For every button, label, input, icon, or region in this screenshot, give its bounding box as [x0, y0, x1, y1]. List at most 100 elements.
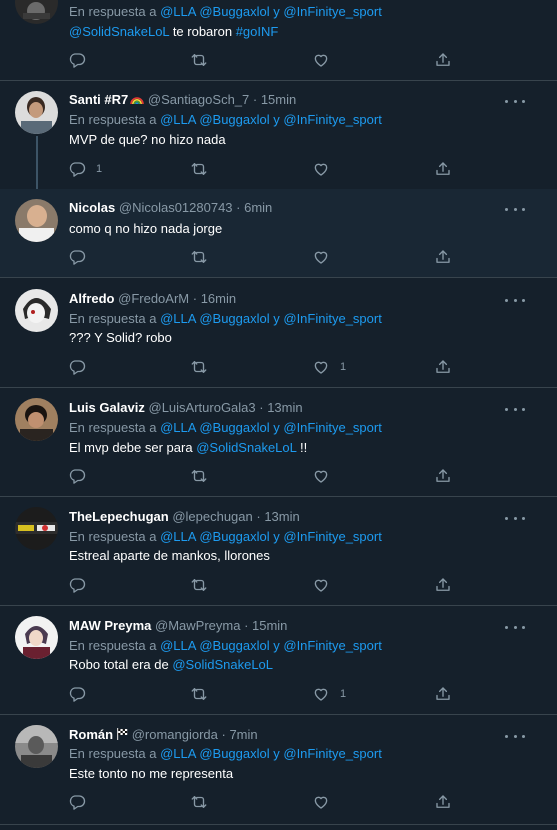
mention-link[interactable]: @InFinitye_sport	[283, 420, 381, 435]
more-options-button[interactable]	[505, 402, 525, 416]
like-button[interactable]	[312, 51, 340, 69]
mention-link[interactable]: @InFinitye_sport	[283, 638, 381, 653]
tweet-time[interactable]: · 7min	[222, 727, 258, 742]
share-button[interactable]	[434, 248, 452, 266]
tweet-item[interactable]: Luis Galaviz @LuisArturoGala3 · 13min En…	[0, 388, 557, 497]
reply-button[interactable]	[68, 685, 96, 703]
mention-link[interactable]: @SolidSnakeLoL	[172, 657, 273, 672]
retweet-button[interactable]	[190, 467, 208, 485]
like-button[interactable]: 1	[312, 358, 346, 376]
mention-link[interactable]: @SolidSnakeLoL	[69, 24, 169, 39]
tweet-time[interactable]: · 15min	[244, 618, 287, 633]
share-button[interactable]	[434, 358, 452, 376]
mention-link[interactable]: @LLA	[160, 112, 196, 127]
user-name[interactable]: Román	[69, 727, 113, 742]
like-button[interactable]: 1	[312, 685, 346, 703]
avatar[interactable]	[15, 616, 58, 659]
share-button[interactable]	[434, 467, 452, 485]
reply-button[interactable]	[68, 358, 96, 376]
mention-link[interactable]: @Buggaxlol	[199, 420, 269, 435]
like-button[interactable]	[312, 160, 340, 178]
tweet-item[interactable]: TheLepechugan @lepechugan · 13min En res…	[0, 497, 557, 606]
more-options-button[interactable]	[505, 202, 525, 216]
retweet-button[interactable]	[190, 685, 208, 703]
user-handle[interactable]: @FredoArM	[118, 291, 189, 306]
mention-link[interactable]: @InFinitye_sport	[283, 529, 381, 544]
avatar[interactable]	[15, 398, 58, 441]
avatar[interactable]	[15, 507, 58, 550]
reply-button[interactable]	[68, 51, 96, 69]
more-options-button[interactable]	[505, 94, 525, 108]
mention-link[interactable]: @LLA	[160, 529, 196, 544]
retweet-button[interactable]	[190, 51, 208, 69]
like-button[interactable]	[312, 793, 340, 811]
reply-button[interactable]: 1	[68, 160, 102, 178]
user-handle[interactable]: @Nicolas01280743	[119, 200, 233, 215]
reply-button[interactable]	[68, 793, 96, 811]
reply-button[interactable]	[68, 248, 96, 266]
user-name[interactable]: Santi #R7	[69, 92, 128, 107]
retweet-button[interactable]	[190, 160, 208, 178]
more-options-button[interactable]	[505, 511, 525, 525]
tweet-item[interactable]: Santi #R7 @SantiagoSch_7 · 15min En resp…	[0, 81, 557, 197]
share-button[interactable]	[434, 685, 452, 703]
mention-link[interactable]: @Buggaxlol	[199, 4, 269, 19]
mention-link[interactable]: @InFinitye_sport	[283, 112, 381, 127]
avatar[interactable]	[15, 91, 58, 134]
like-button[interactable]	[312, 248, 340, 266]
avatar[interactable]	[15, 0, 58, 24]
tweet-item[interactable]: Nicolas @Nicolas01280743 · 6min como q n…	[0, 189, 557, 278]
hashtag-link[interactable]: #goINF	[236, 24, 279, 39]
share-button[interactable]	[434, 160, 452, 178]
retweet-button[interactable]	[190, 793, 208, 811]
tweet-time[interactable]: · 13min	[256, 509, 299, 524]
user-name[interactable]: TheLepechugan	[69, 509, 169, 524]
share-button[interactable]	[434, 576, 452, 594]
user-handle[interactable]: @MawPreyma	[155, 618, 240, 633]
user-handle[interactable]: @SantiagoSch_7	[148, 92, 249, 107]
mention-link[interactable]: @Buggaxlol	[199, 746, 269, 761]
mention-link[interactable]: @LLA	[160, 420, 196, 435]
like-button[interactable]	[312, 576, 340, 594]
more-options-button[interactable]	[505, 620, 525, 634]
mention-link[interactable]: @InFinitye_sport	[283, 311, 381, 326]
avatar[interactable]	[15, 289, 58, 332]
tweet-item[interactable]: MAW Preyma @MawPreyma · 15min En respues…	[0, 606, 557, 715]
tweet-time[interactable]: · 13min	[259, 400, 302, 415]
retweet-button[interactable]	[190, 248, 208, 266]
tweet-item[interactable]: En respuesta a @LLA @Buggaxlol y @InFini…	[0, 0, 557, 81]
share-button[interactable]	[434, 51, 452, 69]
user-name[interactable]: Nicolas	[69, 200, 115, 215]
avatar[interactable]	[15, 725, 58, 768]
user-handle[interactable]: @lepechugan	[172, 509, 252, 524]
mention-link[interactable]: @InFinitye_sport	[283, 4, 381, 19]
share-button[interactable]	[434, 793, 452, 811]
tweet-item[interactable]: Román @romangiorda · 7min En respuesta a…	[0, 715, 557, 825]
like-button[interactable]	[312, 467, 340, 485]
user-name[interactable]: MAW Preyma	[69, 618, 151, 633]
avatar[interactable]	[15, 199, 58, 242]
mention-link[interactable]: @LLA	[160, 638, 196, 653]
mention-link[interactable]: @LLA	[160, 746, 196, 761]
retweet-button[interactable]	[190, 358, 208, 376]
retweet-button[interactable]	[190, 576, 208, 594]
more-options-button[interactable]	[505, 729, 525, 743]
user-name[interactable]: Alfredo	[69, 291, 115, 306]
tweet-time[interactable]: · 15min	[253, 92, 296, 107]
tweet-time[interactable]: · 16min	[193, 291, 236, 306]
user-handle[interactable]: @romangiorda	[132, 727, 218, 742]
reply-button[interactable]	[68, 576, 96, 594]
mention-link[interactable]: @InFinitye_sport	[283, 746, 381, 761]
reply-button[interactable]	[68, 467, 96, 485]
user-name[interactable]: Luis Galaviz	[69, 400, 145, 415]
mention-link[interactable]: @SolidSnakeLoL	[196, 440, 296, 455]
mention-link[interactable]: @Buggaxlol	[199, 112, 269, 127]
mention-link[interactable]: @LLA	[160, 4, 196, 19]
mention-link[interactable]: @Buggaxlol	[199, 529, 269, 544]
tweet-item[interactable]: Alfredo @FredoArM · 16min En respuesta a…	[0, 278, 557, 388]
tweet-time[interactable]: · 6min	[236, 200, 272, 215]
mention-link[interactable]: @Buggaxlol	[199, 311, 269, 326]
mention-link[interactable]: @LLA	[160, 311, 196, 326]
mention-link[interactable]: @Buggaxlol	[199, 638, 269, 653]
more-options-button[interactable]	[505, 293, 525, 307]
